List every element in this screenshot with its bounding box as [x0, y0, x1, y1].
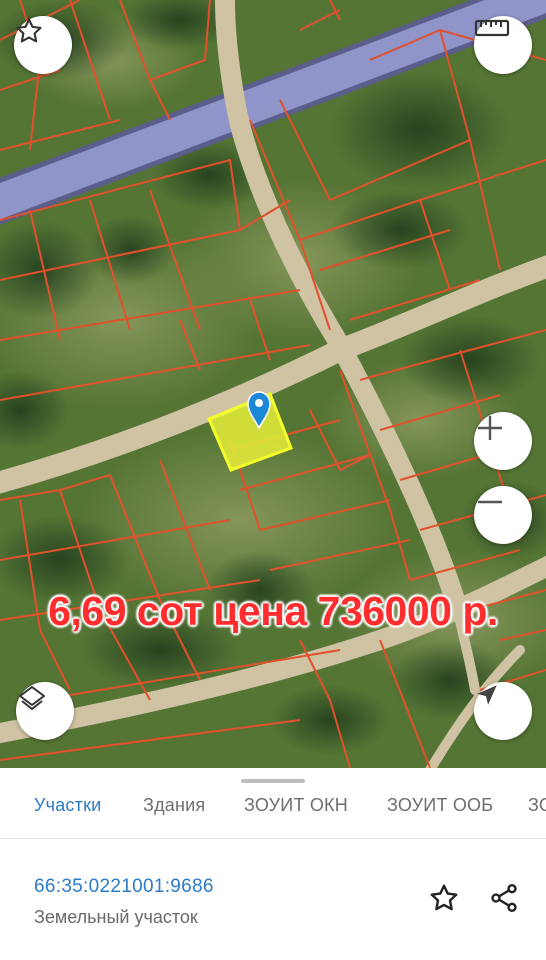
tab-zo[interactable]: ЗО: [528, 790, 546, 836]
favorite-parcel-button[interactable]: [426, 882, 462, 918]
layers-button[interactable]: [16, 682, 74, 740]
tab-parcels[interactable]: Участки: [34, 790, 101, 836]
tab-zouit-okn[interactable]: ЗОУИТ ОКН: [244, 790, 348, 836]
layer-tabs: Участки Здания ЗОУИТ ОКН ЗОУИТ ООБ ЗО: [0, 790, 546, 838]
share-icon: [488, 882, 520, 919]
star-outline-icon: [428, 882, 460, 919]
bottom-sheet: Участки Здания ЗОУИТ ОКН ЗОУИТ ООБ ЗО 66…: [0, 768, 546, 960]
map-canvas[interactable]: [0, 0, 546, 768]
locate-button[interactable]: [474, 682, 532, 740]
favorite-button[interactable]: [14, 16, 72, 74]
divider: [0, 838, 546, 839]
satellite-map[interactable]: 6,69 сот цена 736000 р.: [0, 0, 546, 768]
zoom-out-button[interactable]: [474, 486, 532, 544]
ruler-button[interactable]: [474, 16, 532, 74]
parcel-cadastral-number[interactable]: 66:35:0221001:9686: [34, 876, 214, 898]
tab-buildings[interactable]: Здания: [143, 790, 205, 836]
parcel-type-label: Земельный участок: [34, 907, 198, 927]
drag-handle[interactable]: [241, 779, 305, 783]
tab-zouit-oob[interactable]: ЗОУИТ ООБ: [387, 790, 493, 836]
zoom-in-button[interactable]: [474, 412, 532, 470]
share-button[interactable]: [486, 882, 522, 918]
price-overlay-text: 6,69 сот цена 736000 р.: [48, 588, 498, 634]
